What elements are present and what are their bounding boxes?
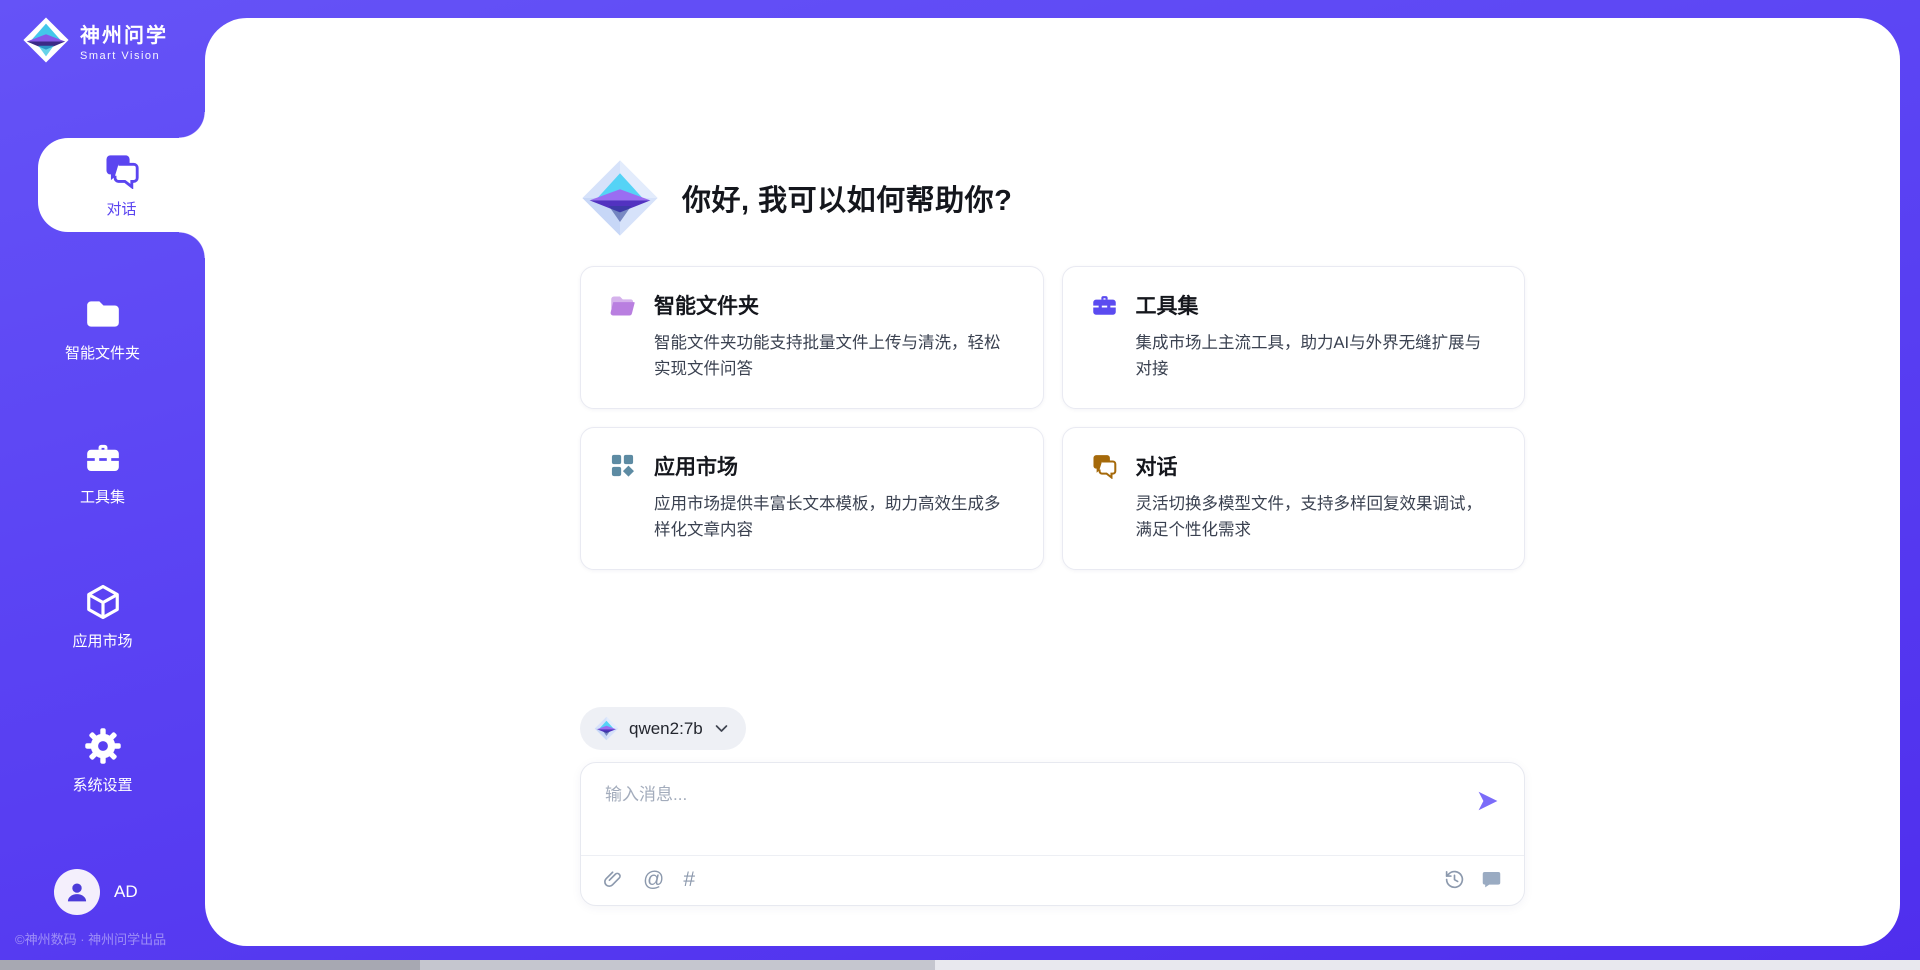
- gear-icon: [84, 727, 122, 765]
- card-title: 应用市场: [654, 451, 738, 481]
- user-initials: AD: [114, 882, 138, 902]
- sidebar-item-label: 系统设置: [72, 774, 132, 795]
- toolbox-icon: [1091, 292, 1118, 319]
- greeting: 你好, 我可以如何帮助你?: [580, 158, 1525, 238]
- sidebar-item-label: 工具集: [80, 486, 125, 507]
- send-button[interactable]: [1476, 789, 1500, 813]
- toolbox-icon: [84, 439, 122, 477]
- card-title: 智能文件夹: [654, 290, 759, 320]
- person-icon: [64, 879, 90, 905]
- card-description: 集成市场上主流工具，助力AI与外界无缝扩展与对接: [1136, 330, 1497, 383]
- cube-icon: [84, 583, 122, 621]
- sidebar-nav: 对话 智能文件夹 工具集 应用市场: [0, 138, 205, 808]
- model-diamond-logo-icon: [594, 716, 619, 741]
- sidebar-item-chat[interactable]: 对话: [38, 138, 205, 232]
- brand-name: 神州问学: [80, 19, 168, 48]
- card-app-market[interactable]: 应用市场 应用市场提供丰富长文本模板，助力高效生成多样化文章内容: [580, 427, 1044, 570]
- chat-icon: [103, 151, 141, 189]
- greeting-title: 你好, 我可以如何帮助你?: [682, 177, 1012, 219]
- card-description: 应用市场提供丰富长文本模板，助力高效生成多样化文章内容: [654, 491, 1015, 544]
- sidebar-item-settings[interactable]: 系统设置: [0, 714, 205, 808]
- copyright-text: ©神州数码 · 神州问学出品: [0, 925, 205, 960]
- apps-grid-icon: [609, 452, 636, 479]
- folder-icon: [84, 295, 122, 333]
- send-icon: [1476, 789, 1500, 813]
- main-area: 你好, 我可以如何帮助你? 智能文件夹 智能文件夹功能支持批量文件上传与清洗，轻…: [205, 0, 1920, 960]
- card-description: 智能文件夹功能支持批量文件上传与清洗，轻松实现文件问答: [654, 330, 1015, 383]
- card-title: 工具集: [1136, 290, 1199, 320]
- hashtag-icon[interactable]: #: [683, 869, 695, 890]
- sidebar-item-smart-folder[interactable]: 智能文件夹: [0, 282, 205, 376]
- app-window: 神州问学 Smart Vision 对话 智能文件夹 工具集: [0, 0, 1920, 960]
- history-icon[interactable]: [1444, 869, 1465, 890]
- content-panel: 你好, 我可以如何帮助你? 智能文件夹 智能文件夹功能支持批量文件上传与清洗，轻…: [205, 18, 1900, 946]
- horizontal-scrollbar-thumb-fade: [420, 960, 935, 970]
- attach-file-icon[interactable]: [603, 869, 624, 890]
- brand: 神州问学 Smart Vision: [0, 0, 205, 64]
- horizontal-scrollbar[interactable]: [0, 960, 1920, 970]
- avatar: [54, 869, 100, 915]
- greeting-diamond-logo-icon: [580, 158, 660, 238]
- brand-diamond-logo-icon: [22, 16, 70, 64]
- message-input[interactable]: [605, 780, 1454, 826]
- sidebar-item-label: 应用市场: [72, 630, 132, 651]
- chevron-down-icon: [713, 720, 730, 737]
- card-smart-folder[interactable]: 智能文件夹 智能文件夹功能支持批量文件上传与清洗，轻松实现文件问答: [580, 266, 1044, 409]
- chat-icon: [1091, 452, 1118, 479]
- message-composer: @ #: [580, 762, 1525, 906]
- card-title: 对话: [1136, 451, 1178, 481]
- card-chat[interactable]: 对话 灵活切换多模型文件，支持多样回复效果调试，满足个性化需求: [1062, 427, 1526, 570]
- comment-icon[interactable]: [1481, 869, 1502, 890]
- horizontal-scrollbar-thumb[interactable]: [0, 960, 420, 970]
- model-selector[interactable]: qwen2:7b: [580, 707, 746, 750]
- feature-cards: 智能文件夹 智能文件夹功能支持批量文件上传与清洗，轻松实现文件问答 工具集 集成…: [580, 266, 1525, 570]
- brand-subtitle: Smart Vision: [80, 50, 168, 62]
- card-description: 灵活切换多模型文件，支持多样回复效果调试，满足个性化需求: [1136, 491, 1497, 544]
- card-toolset[interactable]: 工具集 集成市场上主流工具，助力AI与外界无缝扩展与对接: [1062, 266, 1526, 409]
- sidebar-item-toolset[interactable]: 工具集: [0, 426, 205, 520]
- sidebar: 神州问学 Smart Vision 对话 智能文件夹 工具集: [0, 0, 205, 960]
- user-account[interactable]: AD: [0, 869, 205, 915]
- model-name: qwen2:7b: [629, 719, 703, 739]
- sidebar-item-app-market[interactable]: 应用市场: [0, 570, 205, 664]
- folder-open-icon: [609, 292, 636, 319]
- sidebar-item-label: 智能文件夹: [65, 342, 140, 363]
- sidebar-item-label: 对话: [106, 198, 136, 219]
- mention-icon[interactable]: @: [643, 869, 664, 890]
